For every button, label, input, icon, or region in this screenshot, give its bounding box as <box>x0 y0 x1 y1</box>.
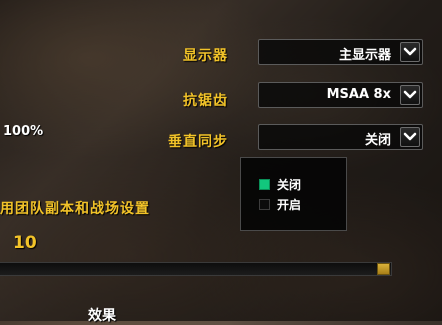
display-dropdown[interactable]: 主显示器 <box>258 39 423 65</box>
unselected-indicator <box>259 198 270 210</box>
display-value: 主显示器 <box>338 48 391 63</box>
display-label: 显示器 <box>183 48 228 64</box>
vsync-dropdown-menu: 关闭 开启 <box>240 157 347 231</box>
vsync-dropdown[interactable]: 关闭 <box>258 124 423 150</box>
raid-level-slider-thumb[interactable] <box>377 263 390 275</box>
antialiasing-label: 抗锯齿 <box>183 93 228 109</box>
vsync-option-off[interactable]: 关闭 <box>259 175 301 193</box>
chevron-down-icon[interactable] <box>400 127 420 147</box>
raid-level-slider-track[interactable] <box>0 262 392 276</box>
percent-value: 100% <box>3 124 44 139</box>
antialiasing-dropdown[interactable]: MSAA 8x <box>258 82 423 108</box>
raid-settings-heading: 用团队副本和战场设置 <box>0 201 150 217</box>
selected-indicator <box>259 178 270 190</box>
chevron-down-icon[interactable] <box>400 42 420 62</box>
vsync-option-on-label: 开启 <box>277 197 302 212</box>
vsync-label: 垂直同步 <box>168 134 228 150</box>
antialiasing-value: MSAA 8x <box>326 87 391 102</box>
effect-label: 效果 <box>88 308 116 324</box>
vsync-option-on[interactable]: 开启 <box>259 195 301 213</box>
vsync-value: 关闭 <box>364 133 391 148</box>
vsync-option-off-label: 关闭 <box>277 177 302 192</box>
chevron-down-icon[interactable] <box>400 85 420 105</box>
raid-level-value: 10 <box>13 233 37 253</box>
graphics-settings-panel: 显示器 主显示器 抗锯齿 MSAA 8x 垂直同步 关闭 关闭 开启 100% … <box>0 0 442 324</box>
